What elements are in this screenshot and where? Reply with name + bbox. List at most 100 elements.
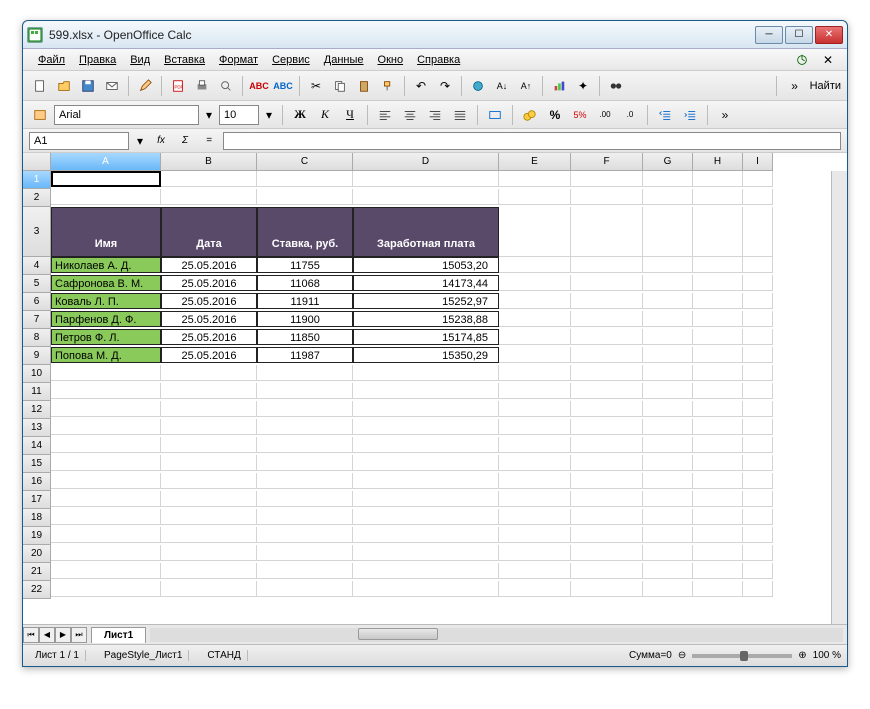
align-justify-icon[interactable] [449,104,471,126]
cell[interactable] [161,473,257,489]
cell[interactable] [499,473,571,489]
cell[interactable] [743,207,773,257]
toolbar-expand-icon[interactable]: » [714,104,736,126]
cell[interactable] [161,455,257,471]
cell[interactable] [571,311,643,327]
cell[interactable] [643,257,693,273]
cell[interactable] [643,509,693,525]
cell[interactable] [693,545,743,561]
number-format-icon[interactable]: 5% [569,104,591,126]
cell[interactable] [743,311,773,327]
navigator-icon[interactable]: ✦ [572,75,594,97]
cell[interactable] [643,563,693,579]
cell[interactable] [51,527,161,543]
cell[interactable] [643,437,693,453]
cell[interactable] [693,365,743,381]
cell[interactable] [257,189,353,205]
cell[interactable] [499,419,571,435]
cell[interactable] [257,171,353,187]
equals-button[interactable]: = [199,132,219,150]
cell[interactable] [693,171,743,187]
cell-reference-input[interactable] [29,132,129,150]
sort-asc-icon[interactable]: A↓ [491,75,513,97]
font-dropdown-icon[interactable]: ▾ [202,104,216,126]
zoom-slider[interactable] [692,654,792,658]
cell-salary[interactable]: 15174,85 [353,329,499,345]
cell[interactable] [743,419,773,435]
cell[interactable] [571,527,643,543]
row-header[interactable]: 19 [23,527,51,545]
cell-salary[interactable]: 15252,97 [353,293,499,309]
cell[interactable] [743,563,773,579]
menu-data[interactable]: Данные [317,52,371,68]
cell[interactable] [693,189,743,205]
tab-first-icon[interactable]: ⏮ [23,627,39,643]
cell[interactable] [499,383,571,399]
cell[interactable] [51,437,161,453]
cell-date[interactable]: 25.05.2016 [161,293,257,309]
cell[interactable] [693,581,743,597]
merge-cells-icon[interactable] [484,104,506,126]
cell[interactable] [743,509,773,525]
cell[interactable] [643,207,693,257]
cell[interactable] [571,329,643,345]
cell-date[interactable]: 25.05.2016 [161,347,257,363]
column-header-G[interactable]: G [643,153,693,171]
zoom-in-icon[interactable]: ⊕ [798,650,806,661]
row-header[interactable]: 14 [23,437,51,455]
cell[interactable] [643,491,693,507]
cell-salary[interactable]: 14173,44 [353,275,499,291]
percent-icon[interactable]: % [544,104,566,126]
cell[interactable] [693,419,743,435]
cell[interactable] [743,491,773,507]
cell[interactable] [161,419,257,435]
table-header-name[interactable]: Имя [51,207,161,257]
cell[interactable] [499,545,571,561]
cell[interactable] [743,365,773,381]
cell[interactable] [257,527,353,543]
bold-button[interactable]: Ж [289,105,311,125]
cell-A1[interactable] [51,171,161,187]
column-header-B[interactable]: B [161,153,257,171]
cell[interactable] [693,257,743,273]
cell[interactable] [257,455,353,471]
cell[interactable] [643,347,693,363]
cell[interactable] [499,347,571,363]
cell[interactable] [571,257,643,273]
status-mode[interactable]: СТАНД [201,650,247,661]
cell[interactable] [353,171,499,187]
spellcheck-icon[interactable]: ABC [248,75,270,97]
cell[interactable] [257,473,353,489]
cell-date[interactable]: 25.05.2016 [161,257,257,273]
increase-indent-icon[interactable] [679,104,701,126]
cell[interactable] [353,581,499,597]
font-name-input[interactable] [54,105,199,125]
cell[interactable] [571,473,643,489]
cell[interactable] [499,563,571,579]
cell[interactable] [693,275,743,291]
cell[interactable] [499,509,571,525]
cell[interactable] [693,527,743,543]
menu-edit[interactable]: Правка [72,52,123,68]
row-header[interactable]: 13 [23,419,51,437]
italic-button[interactable]: К [314,105,336,125]
font-size-input[interactable] [219,105,259,125]
cell[interactable] [693,455,743,471]
cell[interactable] [743,329,773,345]
cell[interactable] [499,401,571,417]
row-header[interactable]: 22 [23,581,51,599]
cell[interactable] [643,473,693,489]
cell-name[interactable]: Парфенов Д. Ф. [51,311,161,327]
row-header-2[interactable]: 2 [23,189,51,207]
cell[interactable] [571,383,643,399]
cell[interactable] [257,437,353,453]
chart-icon[interactable] [548,75,570,97]
sort-desc-icon[interactable]: A↑ [515,75,537,97]
cell[interactable] [51,189,161,205]
cell[interactable] [353,509,499,525]
cell[interactable] [161,527,257,543]
cell[interactable] [257,491,353,507]
column-header-E[interactable]: E [499,153,571,171]
cell[interactable] [499,437,571,453]
cell[interactable] [353,473,499,489]
